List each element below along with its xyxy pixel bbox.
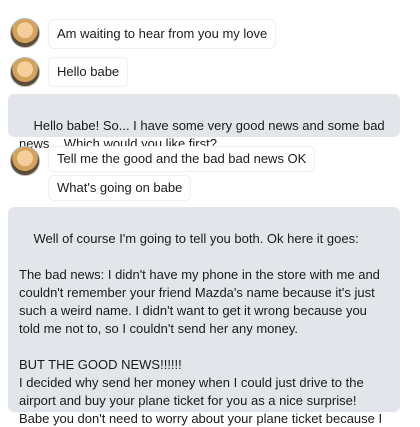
incoming-message-bubble: Tell me the good and the bad bad news OK: [48, 146, 316, 172]
outgoing-message-bubble: Well of course I'm going to tell you bot…: [8, 207, 400, 426]
message-text: What's going on babe: [57, 180, 183, 195]
incoming-message-bubble: What's going on babe: [48, 175, 192, 201]
contact-avatar[interactable]: [10, 18, 40, 48]
incoming-message-row: Tell me the good and the bad bad news OK…: [10, 146, 316, 201]
contact-avatar[interactable]: [10, 146, 40, 176]
incoming-message-bubble: Am waiting to hear from you my love: [48, 19, 277, 49]
contact-avatar[interactable]: [10, 57, 40, 87]
message-text: Well of course I'm going to tell you bot…: [19, 231, 383, 426]
message-text: Am waiting to hear from you my love: [57, 26, 268, 41]
outgoing-message-bubble: Hello babe! So... I have some very good …: [8, 94, 400, 151]
incoming-message-row: Am waiting to hear from you my love: [10, 18, 277, 49]
chat-thread: Am waiting to hear from you my love Hell…: [0, 0, 420, 427]
incoming-message-row: Hello babe: [10, 57, 129, 87]
incoming-message-group: Tell me the good and the bad bad news OK…: [48, 146, 316, 201]
message-text: Hello babe: [57, 64, 120, 79]
incoming-message-bubble: Hello babe: [48, 57, 129, 87]
message-text: Tell me the good and the bad bad news OK: [57, 151, 307, 166]
